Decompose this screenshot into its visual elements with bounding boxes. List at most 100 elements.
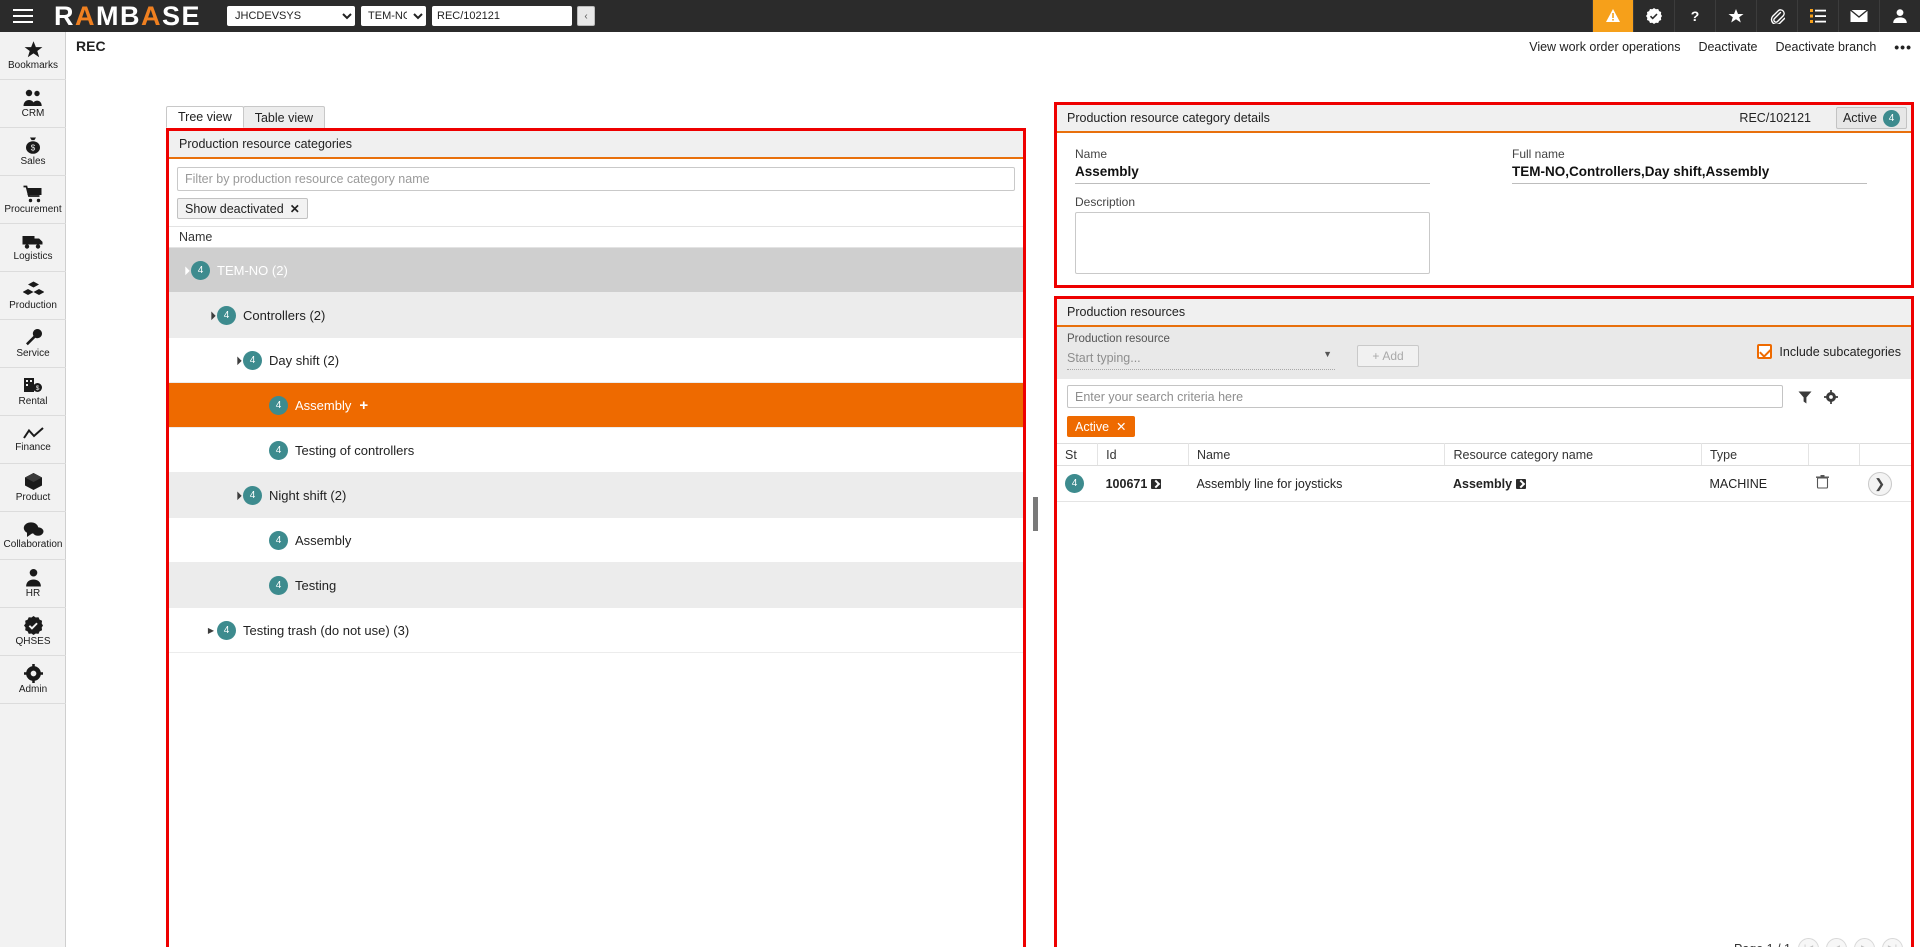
open-external-icon[interactable] bbox=[1516, 479, 1526, 489]
status-count-badge: 4 bbox=[269, 576, 288, 595]
document-id: REC/102121 bbox=[1739, 111, 1811, 125]
chevron-down-icon[interactable]: ◢ bbox=[178, 263, 193, 278]
tree-row[interactable]: ◢4Day shift (2) bbox=[169, 338, 1023, 383]
column-id[interactable]: Id bbox=[1098, 444, 1189, 466]
column-type[interactable]: Type bbox=[1701, 444, 1808, 466]
resources-chip-bar: Active ✕ bbox=[1057, 412, 1911, 443]
tree-row[interactable]: 4Assembly+ bbox=[169, 383, 1023, 428]
tasks-list-icon[interactable] bbox=[1797, 0, 1838, 32]
open-external-icon[interactable] bbox=[1151, 479, 1161, 489]
chevron-down-icon[interactable]: ◢ bbox=[204, 308, 219, 323]
sidebar-item-finance[interactable]: Finance bbox=[0, 416, 66, 464]
tree-row[interactable]: ◢4TEM-NO (2) bbox=[169, 248, 1023, 293]
checkbox-icon[interactable] bbox=[1757, 344, 1772, 359]
name-value[interactable]: Assembly bbox=[1075, 164, 1430, 184]
favorites-star-icon[interactable] bbox=[1715, 0, 1756, 32]
sidebar-item-sales[interactable]: $ Sales bbox=[0, 128, 66, 176]
view-work-order-operations-action[interactable]: View work order operations bbox=[1529, 40, 1680, 54]
chevron-right-icon[interactable]: ▶ bbox=[205, 626, 217, 635]
tree-row[interactable]: ◢4Night shift (2) bbox=[169, 473, 1023, 518]
warning-icon[interactable] bbox=[1592, 0, 1633, 32]
attachment-icon[interactable] bbox=[1756, 0, 1797, 32]
sidebar-item-collaboration[interactable]: Collaboration bbox=[0, 512, 66, 560]
column-st[interactable]: St bbox=[1057, 444, 1098, 466]
production-resource-combobox[interactable]: ▼ bbox=[1067, 349, 1335, 370]
cell-id[interactable]: 100671 bbox=[1098, 466, 1189, 502]
gear-icon bbox=[24, 664, 43, 683]
sidebar-item-admin[interactable]: Admin bbox=[0, 656, 66, 704]
search-input[interactable] bbox=[1067, 385, 1783, 408]
add-resource-button[interactable]: + Add bbox=[1357, 345, 1419, 367]
rental-icon: $ bbox=[23, 376, 43, 395]
trash-icon[interactable] bbox=[1816, 478, 1829, 492]
tree-row[interactable]: ◢4Controllers (2) bbox=[169, 293, 1023, 338]
tab-table-view[interactable]: Table view bbox=[243, 106, 325, 128]
user-account-icon[interactable] bbox=[1879, 0, 1920, 32]
sidebar-item-label: CRM bbox=[22, 109, 45, 119]
deactivate-branch-action[interactable]: Deactivate branch bbox=[1776, 40, 1877, 54]
table-row[interactable]: 4100671Assembly line for joysticksAssemb… bbox=[1057, 466, 1911, 502]
panel-resize-handle[interactable] bbox=[1033, 497, 1038, 531]
column-name-label: Name bbox=[179, 230, 212, 244]
sidebar-item-product[interactable]: Product bbox=[0, 464, 66, 512]
sidebar-item-qhses[interactable]: QHSES bbox=[0, 608, 66, 656]
check-badge-icon bbox=[24, 616, 43, 635]
filter-icon[interactable] bbox=[1795, 388, 1815, 406]
close-icon[interactable]: ✕ bbox=[290, 202, 300, 216]
column-resource-category-name[interactable]: Resource category name bbox=[1445, 444, 1702, 466]
cell-resource-category-name[interactable]: Assembly bbox=[1445, 466, 1702, 502]
tree-row-label: Assembly bbox=[295, 533, 351, 548]
description-textarea[interactable] bbox=[1075, 212, 1430, 274]
category-filter-input[interactable] bbox=[177, 167, 1015, 191]
chevron-down-icon[interactable]: ▼ bbox=[1323, 349, 1332, 359]
database-selector[interactable]: TEM-NO bbox=[361, 6, 426, 26]
prev-page-button[interactable]: ◀ bbox=[1826, 938, 1847, 947]
sidebar-item-production[interactable]: Production bbox=[0, 272, 66, 320]
sidebar-item-label: Service bbox=[16, 349, 49, 359]
messages-icon[interactable] bbox=[1838, 0, 1879, 32]
sidebar-item-service[interactable]: Service bbox=[0, 320, 66, 368]
chevron-right-icon[interactable]: ❯ bbox=[1868, 472, 1892, 496]
collapse-button[interactable]: ‹ bbox=[577, 6, 595, 26]
sidebar-item-logistics[interactable]: Logistics bbox=[0, 224, 66, 272]
tree-row-label: Controllers (2) bbox=[243, 308, 325, 323]
status-badge[interactable]: Active 4 bbox=[1836, 107, 1907, 129]
chevron-down-icon[interactable]: ◢ bbox=[230, 488, 245, 503]
chevron-down-icon[interactable]: ◢ bbox=[230, 353, 245, 368]
tree-row[interactable]: ▶4Testing trash (do not use) (3) bbox=[169, 608, 1023, 653]
show-deactivated-chip[interactable]: Show deactivated ✕ bbox=[177, 198, 308, 219]
cell-delete[interactable] bbox=[1808, 466, 1859, 502]
cell-open[interactable]: ❯ bbox=[1860, 466, 1911, 502]
add-subcategory-icon[interactable]: + bbox=[359, 397, 368, 414]
first-page-button[interactable]: |◀ bbox=[1798, 938, 1819, 947]
active-filter-chip[interactable]: Active ✕ bbox=[1067, 416, 1135, 437]
tab-tree-view[interactable]: Tree view bbox=[166, 106, 244, 128]
hamburger-icon[interactable] bbox=[0, 0, 46, 32]
sidebar-item-crm[interactable]: CRM bbox=[0, 80, 66, 128]
left-navigation: Bookmarks CRM $ Sales Procurement Logist… bbox=[0, 32, 66, 947]
help-icon[interactable]: ? bbox=[1674, 0, 1715, 32]
last-page-button[interactable]: ▶| bbox=[1882, 938, 1903, 947]
tree-row[interactable]: 4Testing of controllers bbox=[169, 428, 1023, 473]
more-actions-button[interactable]: ••• bbox=[1894, 39, 1912, 55]
production-resource-input[interactable] bbox=[1067, 351, 1312, 369]
tree-row[interactable]: 4Testing bbox=[169, 563, 1023, 608]
sidebar-item-bookmarks[interactable]: Bookmarks bbox=[0, 32, 66, 80]
sidebar-item-procurement[interactable]: Procurement bbox=[0, 176, 66, 224]
verified-badge-icon[interactable] bbox=[1633, 0, 1674, 32]
include-subcategories-toggle[interactable]: Include subcategories bbox=[1757, 344, 1901, 359]
tree-row[interactable]: 4Assembly bbox=[169, 518, 1023, 563]
company-selector[interactable]: JHCDEVSYS bbox=[227, 6, 355, 26]
boxes-icon bbox=[23, 281, 44, 299]
sidebar-item-hr[interactable]: HR bbox=[0, 560, 66, 608]
close-icon[interactable]: ✕ bbox=[1116, 419, 1126, 434]
tree-row-label: TEM-NO (2) bbox=[217, 263, 288, 278]
column-name[interactable]: Name bbox=[1188, 444, 1445, 466]
document-search-input[interactable] bbox=[432, 6, 572, 26]
settings-gear-icon[interactable] bbox=[1821, 388, 1841, 406]
deactivate-action[interactable]: Deactivate bbox=[1698, 40, 1757, 54]
sidebar-item-rental[interactable]: $ Rental bbox=[0, 368, 66, 416]
tree-row-label: Night shift (2) bbox=[269, 488, 346, 503]
next-page-button[interactable]: ▶ bbox=[1854, 938, 1875, 947]
svg-text:$: $ bbox=[31, 144, 36, 153]
